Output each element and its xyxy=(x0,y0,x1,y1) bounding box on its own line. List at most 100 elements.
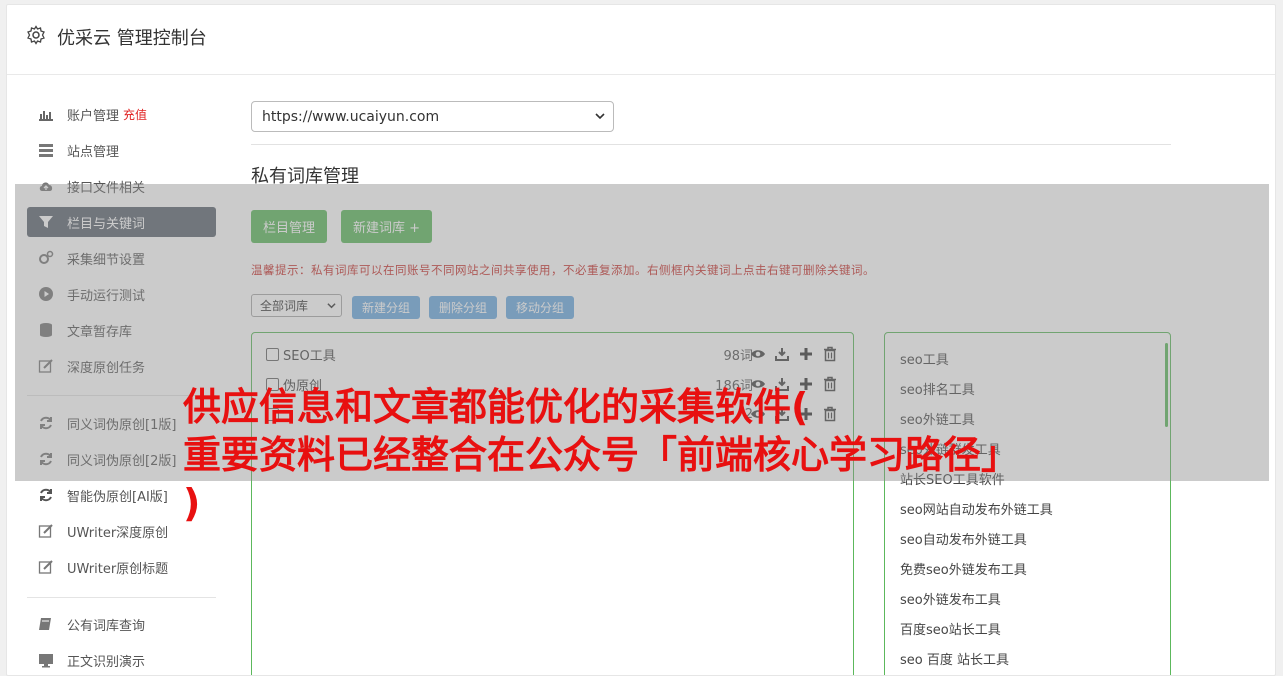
sidebar-item-label: 账户管理 xyxy=(67,108,120,124)
sidebar-item-label: 智能伪原创[AI版] xyxy=(67,489,168,505)
sidebar-item-text-recognition[interactable]: 正文识别演示 xyxy=(27,645,216,675)
sidebar-item-label: 手动运行测试 xyxy=(67,288,146,304)
section-title: 私有词库管理 xyxy=(251,166,359,187)
library-count: 98词 xyxy=(723,348,753,364)
tip-text: 温馨提示：私有词库可以在同账号不同网站之间共享使用，不必重复添加。右侧框内关键词… xyxy=(251,263,875,277)
sidebar-item-label: 栏目与关键词 xyxy=(67,216,146,232)
sidebar-item-uwriter-deep[interactable]: UWriter深度原创 xyxy=(27,516,216,546)
sidebar-divider xyxy=(27,597,216,598)
sidebar-item-account[interactable]: 账户管理 充值 xyxy=(27,99,216,129)
book-icon xyxy=(39,618,51,630)
sidebar-item-sites[interactable]: 站点管理 xyxy=(27,135,216,165)
edit-icon xyxy=(38,359,53,373)
sidebar-item-label: UWriter深度原创 xyxy=(67,525,169,541)
sidebar-item-synonym-v1[interactable]: 同义词伪原创[1版] xyxy=(27,408,216,438)
plus-icon[interactable] xyxy=(798,376,814,392)
sidebar-item-label: 同义词伪原创[1版] xyxy=(67,417,177,433)
keyword-item[interactable]: seo工具 xyxy=(900,349,949,368)
library-checkbox[interactable] xyxy=(266,347,279,361)
console-page: 优采云 管理控制台 账户管理 充值 站点管理 接口文件相关 栏目与关键词 采集细… xyxy=(6,4,1276,676)
sidebar-item-label: 接口文件相关 xyxy=(67,180,146,196)
cloud-upload-icon xyxy=(39,182,53,191)
library-name: 伪原创 xyxy=(283,378,323,394)
move-group-button[interactable]: 移动分组 xyxy=(506,296,574,319)
column-manage-button[interactable]: 栏目管理 xyxy=(251,210,327,243)
sidebar-item-label: 文章暂存库 xyxy=(67,324,133,340)
eye-icon[interactable] xyxy=(750,406,766,422)
group-select[interactable]: 全部词库 xyxy=(251,294,342,317)
sidebar-item-label: 采集细节设置 xyxy=(67,252,146,268)
group-select-value: 全部词库 xyxy=(260,299,309,313)
trash-icon[interactable] xyxy=(822,406,838,422)
sidebar-item-label: UWriter原创标题 xyxy=(67,561,169,577)
library-checkbox[interactable] xyxy=(266,377,279,391)
library-row[interactable]: SEO工具 98词 xyxy=(266,343,838,365)
keyword-item[interactable]: seo外链群发工具 xyxy=(900,439,1001,458)
sidebar-item-label: 深度原创任务 xyxy=(67,360,146,376)
divider xyxy=(251,144,1171,145)
refresh-icon xyxy=(40,416,52,430)
library-name: SEO工具 xyxy=(283,348,336,364)
library-row[interactable]: 2 xyxy=(266,403,838,425)
keyword-item[interactable]: seo外链发布工具 xyxy=(900,589,1001,608)
sidebar-item-label: 同义词伪原创[2版] xyxy=(67,453,177,469)
delete-group-button[interactable]: 删除分组 xyxy=(429,296,497,319)
keyword-item[interactable]: 站长SEO工具软件 xyxy=(900,469,1005,488)
keyword-item[interactable]: seo排名工具 xyxy=(900,379,975,398)
download-icon[interactable] xyxy=(774,376,790,392)
keyword-item[interactable]: 百度seo站长工具 xyxy=(900,619,1001,638)
sidebar-item-columns-keywords[interactable]: 栏目与关键词 xyxy=(27,207,216,237)
sidebar-item-public-lib[interactable]: 公有词库查询 xyxy=(27,609,216,639)
sidebar-item-synonym-v2[interactable]: 同义词伪原创[2版] xyxy=(27,444,216,474)
refresh-icon xyxy=(40,488,52,502)
sidebar-item-label: 站点管理 xyxy=(67,144,120,160)
scrollbar[interactable] xyxy=(1165,343,1168,427)
keyword-item[interactable]: seo自动发布外链工具 xyxy=(900,529,1027,548)
keyword-item[interactable]: seo外链工具 xyxy=(900,409,975,428)
keyword-list-panel: seo工具 seo排名工具 seo外链工具 seo外链群发工具 站长SEO工具软… xyxy=(884,332,1171,675)
keyword-item[interactable]: seo网站自动发布外链工具 xyxy=(900,499,1053,518)
eye-icon[interactable] xyxy=(750,376,766,392)
site-select[interactable]: https://www.ucaiyun.com xyxy=(251,101,614,132)
plus-icon[interactable] xyxy=(798,406,814,422)
sidebar-item-label: 公有词库查询 xyxy=(67,618,146,634)
edit-icon xyxy=(38,560,53,574)
download-icon[interactable] xyxy=(774,406,790,422)
sidebar-item-deep-original[interactable]: 深度原创任务 xyxy=(27,351,216,381)
header: 优采云 管理控制台 xyxy=(7,5,1275,75)
download-icon[interactable] xyxy=(774,346,790,362)
database-icon xyxy=(40,323,52,337)
keyword-item[interactable]: seo 百度 站长工具 xyxy=(900,649,1009,668)
recharge-link[interactable]: 充值 xyxy=(123,106,147,123)
sidebar-item-ai-original[interactable]: 智能伪原创[AI版] xyxy=(27,480,216,510)
sidebar-item-collect-settings[interactable]: 采集细节设置 xyxy=(27,243,216,273)
new-group-button[interactable]: 新建分组 xyxy=(352,296,420,319)
new-library-button[interactable]: 新建词库 + xyxy=(341,210,432,243)
server-icon xyxy=(39,144,53,157)
gear-icon xyxy=(27,25,45,45)
sidebar-item-manual-run[interactable]: 手动运行测试 xyxy=(27,279,216,309)
cogs-icon xyxy=(39,250,54,264)
library-list-panel: SEO工具 98词 伪原创 186词 2 xyxy=(251,332,854,675)
chevron-down-icon xyxy=(327,303,336,309)
sidebar-item-article-storage[interactable]: 文章暂存库 xyxy=(27,315,216,345)
edit-icon xyxy=(38,524,53,538)
bar-chart-icon xyxy=(39,111,53,121)
library-checkbox[interactable] xyxy=(266,407,279,421)
eye-icon[interactable] xyxy=(750,346,766,362)
library-row[interactable]: 伪原创 186词 xyxy=(266,373,838,395)
play-circle-icon xyxy=(39,287,53,301)
refresh-icon xyxy=(40,452,52,466)
chevron-down-icon xyxy=(595,113,605,120)
trash-icon[interactable] xyxy=(822,376,838,392)
filter-icon xyxy=(39,216,53,228)
page-title: 优采云 管理控制台 xyxy=(57,28,207,49)
sidebar-item-uwriter-title[interactable]: UWriter原创标题 xyxy=(27,552,216,582)
sidebar-divider xyxy=(27,395,216,396)
plus-icon[interactable] xyxy=(798,346,814,362)
library-count: 186词 xyxy=(715,378,753,394)
site-select-value: https://www.ucaiyun.com xyxy=(262,108,440,125)
keyword-item[interactable]: 免费seo外链发布工具 xyxy=(900,559,1027,578)
sidebar-item-api-files[interactable]: 接口文件相关 xyxy=(27,171,216,201)
trash-icon[interactable] xyxy=(822,346,838,362)
